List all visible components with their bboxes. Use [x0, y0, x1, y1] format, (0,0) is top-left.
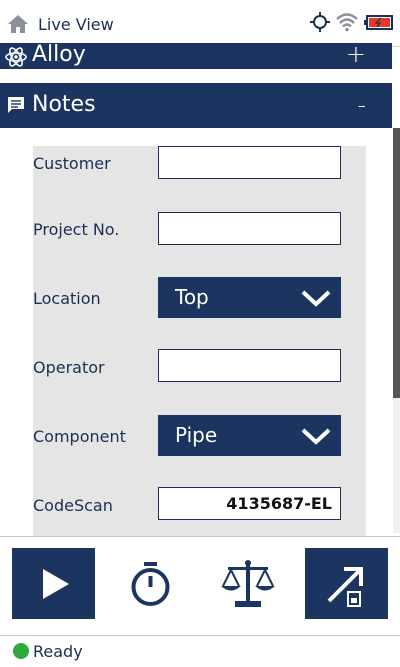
balance-icon [221, 560, 275, 607]
component-value: Pipe [175, 423, 218, 447]
notes-icon [8, 97, 24, 113]
alloy-section-header[interactable]: Alloy + [0, 40, 392, 69]
codescan-field[interactable] [158, 487, 341, 520]
project-no-label: Project No. [33, 220, 120, 239]
chevron-down-icon [301, 290, 331, 307]
chevron-down-icon [301, 428, 331, 445]
play-icon [43, 569, 69, 599]
export-button[interactable] [305, 548, 388, 619]
location-value: Top [175, 285, 209, 309]
notes-section-label: Notes [32, 92, 96, 117]
crosshair-icon [310, 12, 330, 32]
toolbar-divider [0, 536, 400, 537]
codescan-label: CodeScan [33, 496, 113, 515]
component-label: Component [33, 427, 126, 446]
notes-form-panel [33, 146, 366, 536]
balance-button[interactable] [206, 548, 289, 619]
expand-toggle[interactable]: + [346, 40, 366, 68]
start-test-button[interactable] [12, 548, 95, 619]
page-title: Live View [38, 15, 114, 34]
notes-section-header[interactable]: Notes - [0, 83, 392, 128]
home-icon[interactable] [7, 14, 29, 34]
alloy-section-label: Alloy [32, 42, 86, 67]
atom-icon [5, 47, 27, 67]
timer-button[interactable] [109, 548, 192, 619]
location-label: Location [33, 289, 101, 308]
timer-icon [131, 562, 170, 606]
scrollbar-thumb[interactable] [393, 128, 400, 398]
status-text: Ready [33, 642, 83, 661]
location-select[interactable]: Top [158, 277, 341, 318]
customer-field[interactable] [158, 146, 341, 179]
operator-field[interactable] [158, 349, 341, 382]
component-select[interactable]: Pipe [158, 415, 341, 456]
operator-label: Operator [33, 358, 105, 377]
export-icon [327, 567, 363, 607]
status-indicator [13, 643, 29, 659]
customer-label: Customer [33, 154, 111, 173]
top-bar: Live View [0, 0, 400, 47]
collapse-toggle[interactable]: - [357, 91, 366, 119]
wifi-icon [336, 13, 358, 32]
project-no-field[interactable] [158, 212, 341, 245]
battery-icon [364, 15, 393, 30]
status-divider [0, 635, 400, 636]
